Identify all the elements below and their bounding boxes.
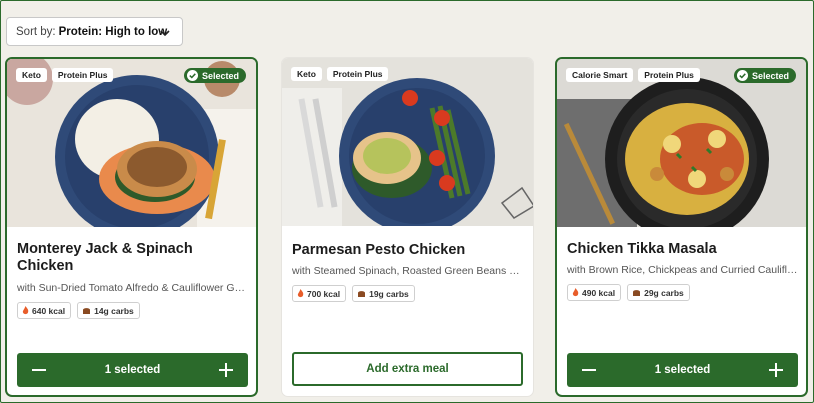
nutrition-chips: 490 kcal 29g carbs: [567, 284, 690, 301]
diet-tags: Calorie Smart Protein Plus: [566, 68, 700, 82]
quantity-stepper[interactable]: 1 selected: [17, 353, 248, 387]
meal-image: [7, 59, 256, 227]
flame-icon: [572, 288, 579, 297]
bread-icon: [632, 289, 641, 296]
diet-tags: Keto Protein Plus: [16, 68, 114, 82]
selected-count: 1 selected: [104, 364, 161, 376]
carbs-chip: 19g carbs: [352, 285, 415, 302]
meal-image: [282, 58, 533, 226]
checkmark-icon: [736, 70, 748, 81]
sort-dropdown[interactable]: Sort by: Protein: High to low: [6, 17, 183, 46]
selected-badge: Selected: [183, 68, 246, 83]
tag: Keto: [16, 68, 47, 82]
selected-badge: Selected: [733, 68, 796, 83]
diet-tags: Keto Protein Plus: [291, 67, 389, 81]
quantity-stepper[interactable]: 1 selected: [567, 353, 798, 387]
tag: Protein Plus: [638, 68, 700, 82]
meal-card-chicken-tikka[interactable]: Calorie Smart Protein Plus Selected Chic…: [555, 57, 808, 397]
sort-label: Sort by:: [16, 25, 56, 38]
bread-icon: [357, 290, 366, 297]
meal-card-monterey-jack[interactable]: Keto Protein Plus Selected Monterey Jack…: [5, 57, 258, 397]
meal-subtitle: with Brown Rice, Chickpeas and Curried C…: [567, 264, 798, 276]
carbs-chip: 29g carbs: [627, 284, 690, 301]
sort-value: Protein: High to low: [58, 25, 168, 38]
minus-icon: [32, 369, 46, 371]
chevron-down-icon: [160, 28, 170, 40]
meal-card-parmesan-pesto[interactable]: Keto Protein Plus Parmesan Pesto Chicken…: [281, 57, 534, 397]
add-extra-meal-button[interactable]: Add extra meal: [292, 352, 523, 386]
nutrition-chips: 700 kcal 19g carbs: [292, 285, 415, 302]
meal-image: [557, 59, 806, 227]
tag: Protein Plus: [51, 68, 114, 82]
tag: Keto: [291, 67, 322, 81]
calories-chip: 700 kcal: [292, 285, 347, 302]
meal-title[interactable]: Monterey Jack & Spinach Chicken: [17, 241, 249, 275]
calories-chip: 490 kcal: [567, 284, 622, 301]
checkmark-icon: [186, 70, 198, 81]
plus-button[interactable]: [216, 360, 236, 380]
bread-icon: [82, 307, 91, 314]
calories-chip: 640 kcal: [17, 302, 72, 319]
meal-title[interactable]: Chicken Tikka Masala: [567, 241, 799, 258]
carbs-chip: 14g carbs: [77, 302, 140, 319]
meal-subtitle: with Steamed Spinach, Roasted Green Bean…: [292, 265, 524, 277]
minus-button[interactable]: [579, 360, 599, 380]
meal-subtitle: with Sun-Dried Tomato Alfredo & Cauliflo…: [17, 282, 245, 294]
plus-icon: [219, 363, 233, 377]
minus-icon: [582, 369, 596, 371]
tag: Calorie Smart: [566, 68, 634, 82]
meal-title[interactable]: Parmesan Pesto Chicken: [292, 242, 524, 259]
flame-icon: [22, 306, 29, 315]
plus-button[interactable]: [766, 360, 786, 380]
nutrition-chips: 640 kcal 14g carbs: [17, 302, 140, 319]
selected-count: 1 selected: [654, 364, 711, 376]
plus-icon: [769, 363, 783, 377]
flame-icon: [297, 289, 304, 298]
minus-button[interactable]: [29, 360, 49, 380]
tag: Protein Plus: [326, 67, 389, 81]
